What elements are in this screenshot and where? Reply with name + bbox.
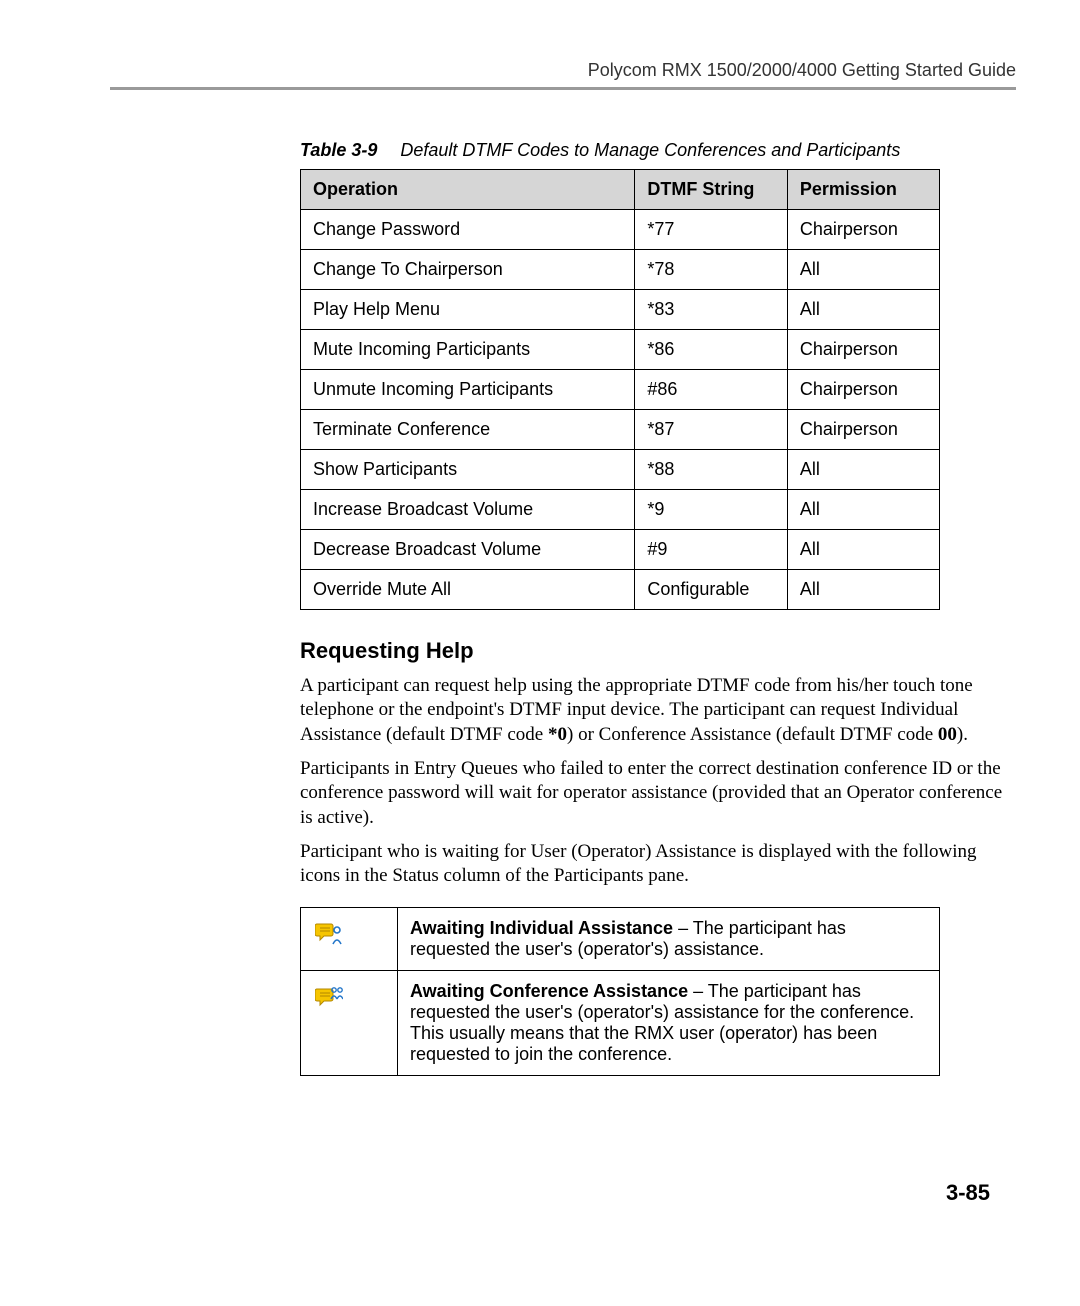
table-row: Change To Chairperson *78 All	[301, 250, 940, 290]
assistance-description: Awaiting Conference Assistance – The par…	[398, 970, 940, 1075]
cell-operation: Override Mute All	[301, 570, 635, 610]
cell-operation: Mute Incoming Participants	[301, 330, 635, 370]
table-row: Awaiting Individual Assistance – The par…	[301, 907, 940, 970]
page-header: Polycom RMX 1500/2000/4000 Getting Start…	[110, 60, 1016, 81]
cell-permission: All	[787, 570, 939, 610]
col-header-permission: Permission	[787, 170, 939, 210]
cell-dtmf: *88	[635, 450, 788, 490]
icon-cell	[301, 907, 398, 970]
table-row: Awaiting Conference Assistance – The par…	[301, 970, 940, 1075]
conference-assistance-icon	[315, 985, 343, 1011]
cell-permission: All	[787, 450, 939, 490]
cell-permission: Chairperson	[787, 410, 939, 450]
table-caption: Table 3-9 Default DTMF Codes to Manage C…	[300, 140, 1016, 161]
table-label: Table 3-9	[300, 140, 377, 160]
page-number: 3-85	[946, 1180, 990, 1206]
table-row: Override Mute All Configurable All	[301, 570, 940, 610]
cell-permission: All	[787, 250, 939, 290]
cell-dtmf: *9	[635, 490, 788, 530]
individual-assistance-icon	[315, 922, 343, 948]
body-paragraph: A participant can request help using the…	[300, 674, 1016, 747]
cell-operation: Show Participants	[301, 450, 635, 490]
cell-operation: Play Help Menu	[301, 290, 635, 330]
p1-c: ) or Conference Assistance (default DTMF…	[567, 724, 938, 745]
cell-dtmf: *87	[635, 410, 788, 450]
icon-cell	[301, 970, 398, 1075]
assistance-description: Awaiting Individual Assistance – The par…	[398, 907, 940, 970]
cell-permission: All	[787, 290, 939, 330]
assist-title: Awaiting Conference Assistance	[410, 981, 688, 1001]
table-row: Decrease Broadcast Volume #9 All	[301, 530, 940, 570]
cell-permission: Chairperson	[787, 210, 939, 250]
document-page: Polycom RMX 1500/2000/4000 Getting Start…	[0, 0, 1080, 1306]
col-header-operation: Operation	[301, 170, 635, 210]
cell-dtmf: *78	[635, 250, 788, 290]
cell-operation: Decrease Broadcast Volume	[301, 530, 635, 570]
assist-title: Awaiting Individual Assistance	[410, 918, 673, 938]
table-row: Increase Broadcast Volume *9 All	[301, 490, 940, 530]
cell-dtmf: #9	[635, 530, 788, 570]
cell-operation: Increase Broadcast Volume	[301, 490, 635, 530]
table-row: Change Password *77 Chairperson	[301, 210, 940, 250]
cell-operation: Terminate Conference	[301, 410, 635, 450]
table-caption-text: Default DTMF Codes to Manage Conferences…	[400, 140, 900, 160]
table-header-row: Operation DTMF String Permission	[301, 170, 940, 210]
body-paragraph: Participants in Entry Queues who failed …	[300, 757, 1016, 830]
table-row: Show Participants *88 All	[301, 450, 940, 490]
table-row: Unmute Incoming Participants #86 Chairpe…	[301, 370, 940, 410]
cell-operation: Unmute Incoming Participants	[301, 370, 635, 410]
header-rule	[110, 87, 1016, 90]
dtmf-codes-table: Operation DTMF String Permission Change …	[300, 169, 940, 610]
cell-permission: Chairperson	[787, 370, 939, 410]
cell-dtmf: *83	[635, 290, 788, 330]
assistance-icons-table: Awaiting Individual Assistance – The par…	[300, 907, 940, 1076]
cell-dtmf: #86	[635, 370, 788, 410]
cell-dtmf: *86	[635, 330, 788, 370]
p1-b: *0	[548, 724, 567, 745]
cell-permission: All	[787, 490, 939, 530]
cell-dtmf: Configurable	[635, 570, 788, 610]
table-row: Mute Incoming Participants *86 Chairpers…	[301, 330, 940, 370]
cell-operation: Change Password	[301, 210, 635, 250]
table-row: Terminate Conference *87 Chairperson	[301, 410, 940, 450]
body-paragraph: Participant who is waiting for User (Ope…	[300, 840, 1016, 889]
section-heading: Requesting Help	[300, 638, 1016, 664]
table-row: Play Help Menu *83 All	[301, 290, 940, 330]
content-area: Table 3-9 Default DTMF Codes to Manage C…	[300, 140, 1016, 1076]
cell-permission: All	[787, 530, 939, 570]
cell-operation: Change To Chairperson	[301, 250, 635, 290]
p1-d: 00	[938, 724, 957, 745]
cell-dtmf: *77	[635, 210, 788, 250]
col-header-dtmf: DTMF String	[635, 170, 788, 210]
cell-permission: Chairperson	[787, 330, 939, 370]
p1-e: ).	[957, 724, 968, 745]
